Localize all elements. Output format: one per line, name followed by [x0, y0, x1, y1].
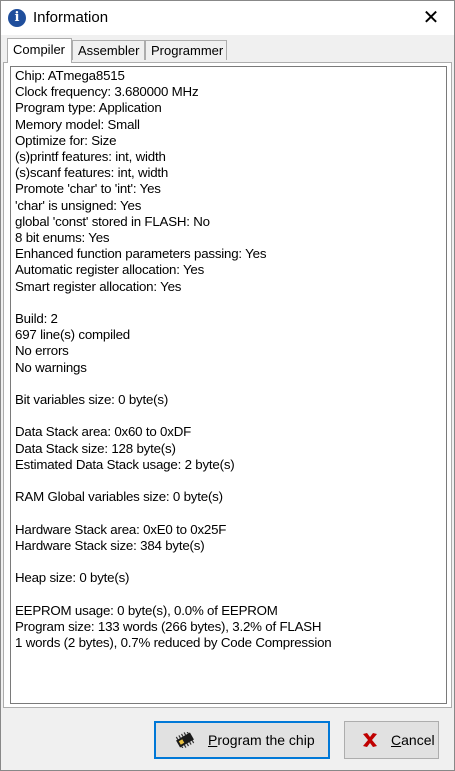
info-line: EEPROM usage: 0 byte(s), 0.0% of EEPROM	[15, 602, 278, 618]
info-line: Clock frequency: 3.680000 MHz	[15, 84, 199, 100]
info-line: Hardware Stack area: 0xE0 to 0x25F	[15, 521, 227, 537]
close-icon: ✕	[422, 7, 440, 29]
info-line: 697 line(s) compiled	[15, 327, 130, 343]
program-chip-label: Program the chip	[208, 732, 315, 748]
cancel-label: Cancel	[391, 732, 435, 748]
info-line: 1 words (2 bytes), 0.7% reduced by Code …	[15, 635, 332, 650]
info-line: 8 bit enums: Yes	[15, 230, 110, 245]
title-bar: i Information ✕	[1, 1, 454, 35]
close-button[interactable]: ✕	[408, 1, 454, 35]
tab-assembler[interactable]: Assembler	[72, 40, 145, 60]
window-title: Information	[33, 9, 109, 26]
info-line: Hardware Stack size: 384 byte(s)	[15, 537, 205, 553]
info-line: Program size: 133 words (266 bytes), 3.2…	[15, 618, 322, 634]
info-line: (s)printf features: int, width	[15, 149, 166, 164]
info-line: Smart register allocation: Yes	[15, 278, 182, 294]
info-line: 'char' is unsigned: Yes	[15, 197, 142, 213]
info-line: Promote 'char' to 'int': Yes	[15, 181, 161, 197]
info-line: Heap size: 0 byte(s)	[15, 570, 130, 586]
info-line: Bit variables size: 0 byte(s)	[15, 392, 169, 407]
chip-icon	[174, 729, 196, 751]
tab-compiler[interactable]: Compiler	[7, 38, 72, 63]
x-icon	[359, 729, 381, 751]
information-dialog: i Information ✕ Compiler Assembler Progr…	[0, 0, 455, 771]
info-line: Optimize for: Size	[15, 132, 117, 148]
info-icon: i	[8, 9, 26, 27]
info-line: Chip: ATmega8515	[15, 68, 125, 83]
info-line: Program type: Application	[15, 100, 162, 116]
cancel-button[interactable]: Cancel	[344, 721, 439, 759]
info-line: (s)scanf features: int, width	[15, 165, 169, 181]
info-line: Automatic register allocation: Yes	[15, 262, 205, 278]
info-line: global 'const' stored in FLASH: No	[15, 213, 210, 229]
info-line: No warnings	[15, 359, 87, 375]
compiler-tab-panel: Chip: ATmega8515 Clock frequency: 3.68000…	[3, 62, 452, 708]
program-chip-button[interactable]: Program the chip	[154, 721, 330, 759]
info-line: No errors	[15, 343, 69, 359]
compiler-info-textbox[interactable]: Chip: ATmega8515 Clock frequency: 3.68000…	[10, 66, 447, 704]
info-line: Data Stack size: 128 byte(s)	[15, 440, 176, 456]
info-line: Estimated Data Stack usage: 2 byte(s)	[15, 456, 235, 472]
info-line: Enhanced function parameters passing: Ye…	[15, 246, 267, 262]
info-line: Build: 2	[15, 311, 58, 326]
info-line: RAM Global variables size: 0 byte(s)	[15, 489, 223, 505]
info-line: Memory model: Small	[15, 116, 140, 132]
tab-programmer[interactable]: Programmer	[145, 40, 227, 60]
info-line: Data Stack area: 0x60 to 0xDF	[15, 424, 192, 440]
